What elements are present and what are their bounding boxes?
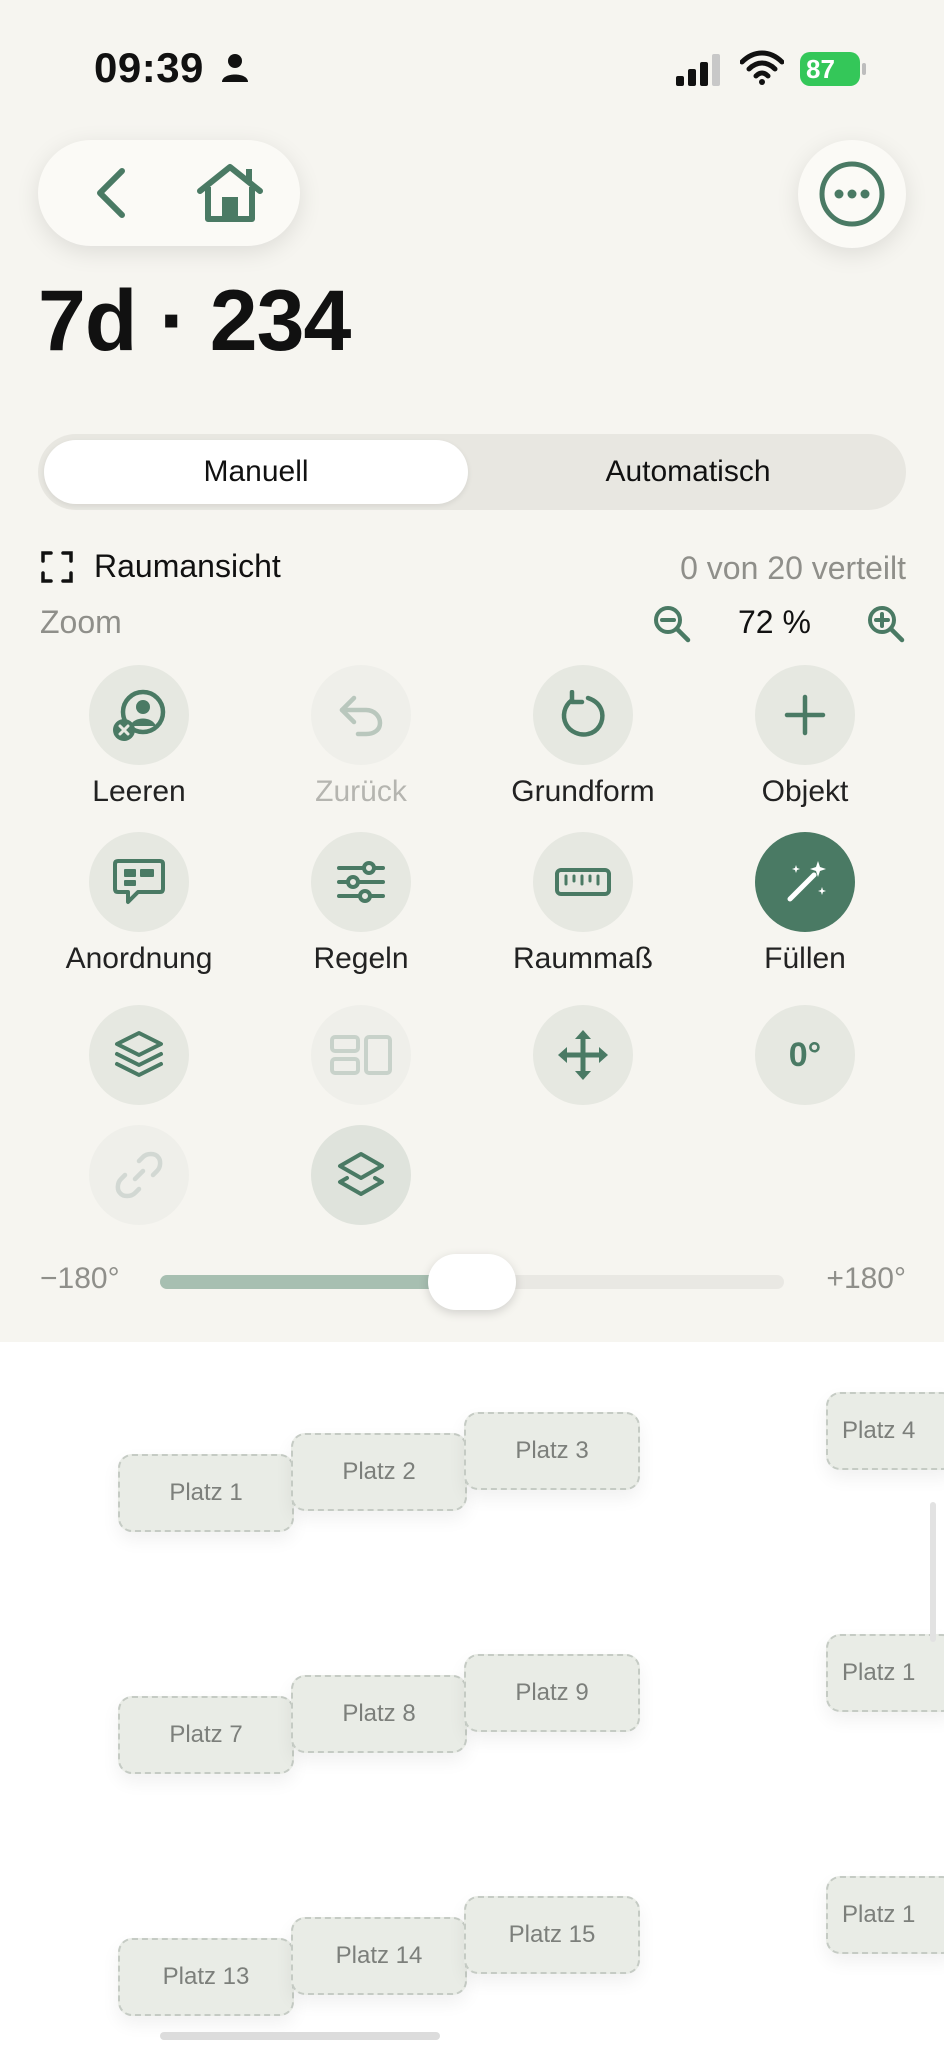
layers-split-button[interactable] <box>311 1125 411 1225</box>
link-icon <box>115 1151 163 1199</box>
fill-button[interactable] <box>755 832 855 932</box>
room-view-label: Raumansicht <box>94 548 281 584</box>
magic-wand-icon <box>787 861 826 902</box>
rotation-degree-button[interactable]: 0° <box>755 1005 855 1105</box>
tool-object: Objekt <box>705 665 905 809</box>
tool-layers-split <box>261 1125 461 1225</box>
tool-label-fill: Füllen <box>764 942 846 975</box>
wifi-icon <box>740 50 784 85</box>
tool-label-clear: Leeren <box>92 775 186 808</box>
signal-icon <box>676 54 720 86</box>
tool-label-base-shape: Grundform <box>511 775 655 808</box>
seat-10[interactable]: Platz 1 <box>826 1634 944 1712</box>
back-button[interactable] <box>52 140 172 246</box>
home-button[interactable] <box>170 140 290 246</box>
battery-level: 87 <box>800 52 860 86</box>
link-button[interactable] <box>89 1125 189 1225</box>
house-icon <box>197 164 263 222</box>
tool-label-room-size: Raummaß <box>512 942 654 975</box>
seat-4[interactable]: Platz 4 <box>826 1392 944 1470</box>
clear-person-icon <box>113 689 166 741</box>
battery-cap <box>862 63 866 75</box>
add-object-button[interactable] <box>755 665 855 765</box>
layout-blocks-button[interactable] <box>311 1005 411 1105</box>
zoom-value: 72 % <box>738 604 811 640</box>
zoom-in-icon[interactable] <box>866 604 906 644</box>
tool-room-size: Raummaß <box>483 832 683 976</box>
layers-split-icon <box>338 1152 384 1196</box>
segment-automatic[interactable]: Automatisch <box>476 440 900 504</box>
layout-blocks-icon <box>330 1035 392 1075</box>
tool-label-arrangement: Anordnung <box>65 942 213 975</box>
seat-16[interactable]: Platz 1 <box>826 1876 944 1954</box>
more-button[interactable] <box>798 140 906 248</box>
tool-layout-blocks <box>261 1005 461 1105</box>
tool-arrangement: Anordnung <box>39 832 239 976</box>
seat-1[interactable]: Platz 1 <box>118 1454 294 1532</box>
seat-14[interactable]: Platz 14 <box>291 1917 467 1995</box>
tool-label-rules: Regeln <box>313 942 409 975</box>
tool-clear: Leeren <box>39 665 239 809</box>
undo-icon <box>339 695 383 737</box>
plus-icon <box>784 694 826 736</box>
person-icon <box>222 54 248 82</box>
segment-manual[interactable]: Manuell <box>44 440 468 504</box>
zoom-label: Zoom <box>40 604 122 640</box>
tool-label-object: Objekt <box>761 775 849 808</box>
ellipsis-circle-icon <box>819 161 885 227</box>
seat-9[interactable]: Platz 9 <box>464 1654 640 1732</box>
seat-2[interactable]: Platz 2 <box>291 1433 467 1511</box>
tool-fill: Füllen <box>705 832 905 976</box>
clear-button[interactable] <box>89 665 189 765</box>
rotation-slider-thumb[interactable] <box>428 1254 516 1310</box>
arrangement-button[interactable] <box>89 832 189 932</box>
room-canvas[interactable]: Platz 1 Platz 2 Platz 3 Platz 4 Platz 7 … <box>0 1342 944 2048</box>
slider-max-label: +180° <box>826 1262 906 1295</box>
seat-13[interactable]: Platz 13 <box>118 1938 294 2016</box>
slider-min-label: −180° <box>40 1262 120 1295</box>
move-arrows-icon <box>558 1030 608 1080</box>
seat-15[interactable]: Platz 15 <box>464 1896 640 1974</box>
tool-rotation: 0° <box>705 1005 905 1105</box>
nav-pill <box>38 140 300 246</box>
tool-label-undo: Zurück <box>315 775 407 808</box>
frame-corners-icon <box>41 550 73 583</box>
chevron-left-icon <box>97 168 125 218</box>
tool-rules: Regeln <box>261 832 461 976</box>
home-indicator <box>160 2032 440 2040</box>
mode-segmented-control: Manuell Automatisch <box>38 434 906 510</box>
seat-3[interactable]: Platz 3 <box>464 1412 640 1490</box>
distribution-count: 0 von 20 verteilt <box>680 550 906 586</box>
base-shape-button[interactable] <box>533 665 633 765</box>
tool-base-shape: Grundform <box>483 665 683 809</box>
tool-undo: Zurück <box>261 665 461 809</box>
tool-move <box>483 1005 683 1105</box>
rotation-slider-fill <box>160 1275 472 1289</box>
page-title: 7d · 234 <box>38 273 351 369</box>
room-view-toggle[interactable]: Raumansicht <box>40 548 281 585</box>
chat-layout-icon <box>113 859 165 904</box>
vertical-scrollbar[interactable] <box>930 1502 936 1642</box>
undo-button[interactable] <box>311 665 411 765</box>
status-bar: 09:39 87 <box>0 0 944 140</box>
zoom-out-icon[interactable] <box>652 604 692 644</box>
sliders-icon <box>337 861 385 903</box>
layers-button[interactable] <box>89 1005 189 1105</box>
battery-icon: 87 <box>800 52 866 86</box>
reset-rotate-icon <box>561 690 605 737</box>
seat-7[interactable]: Platz 7 <box>118 1696 294 1774</box>
move-button[interactable] <box>533 1005 633 1105</box>
status-time: 09:39 <box>94 44 204 91</box>
rotation-degree-text: 0° <box>788 1035 822 1074</box>
ruler-icon <box>555 868 611 896</box>
room-size-button[interactable] <box>533 832 633 932</box>
seat-8[interactable]: Platz 8 <box>291 1675 467 1753</box>
tool-layers <box>39 1005 239 1105</box>
rules-button[interactable] <box>311 832 411 932</box>
layers-icon <box>115 1031 163 1077</box>
tool-link <box>39 1125 239 1225</box>
